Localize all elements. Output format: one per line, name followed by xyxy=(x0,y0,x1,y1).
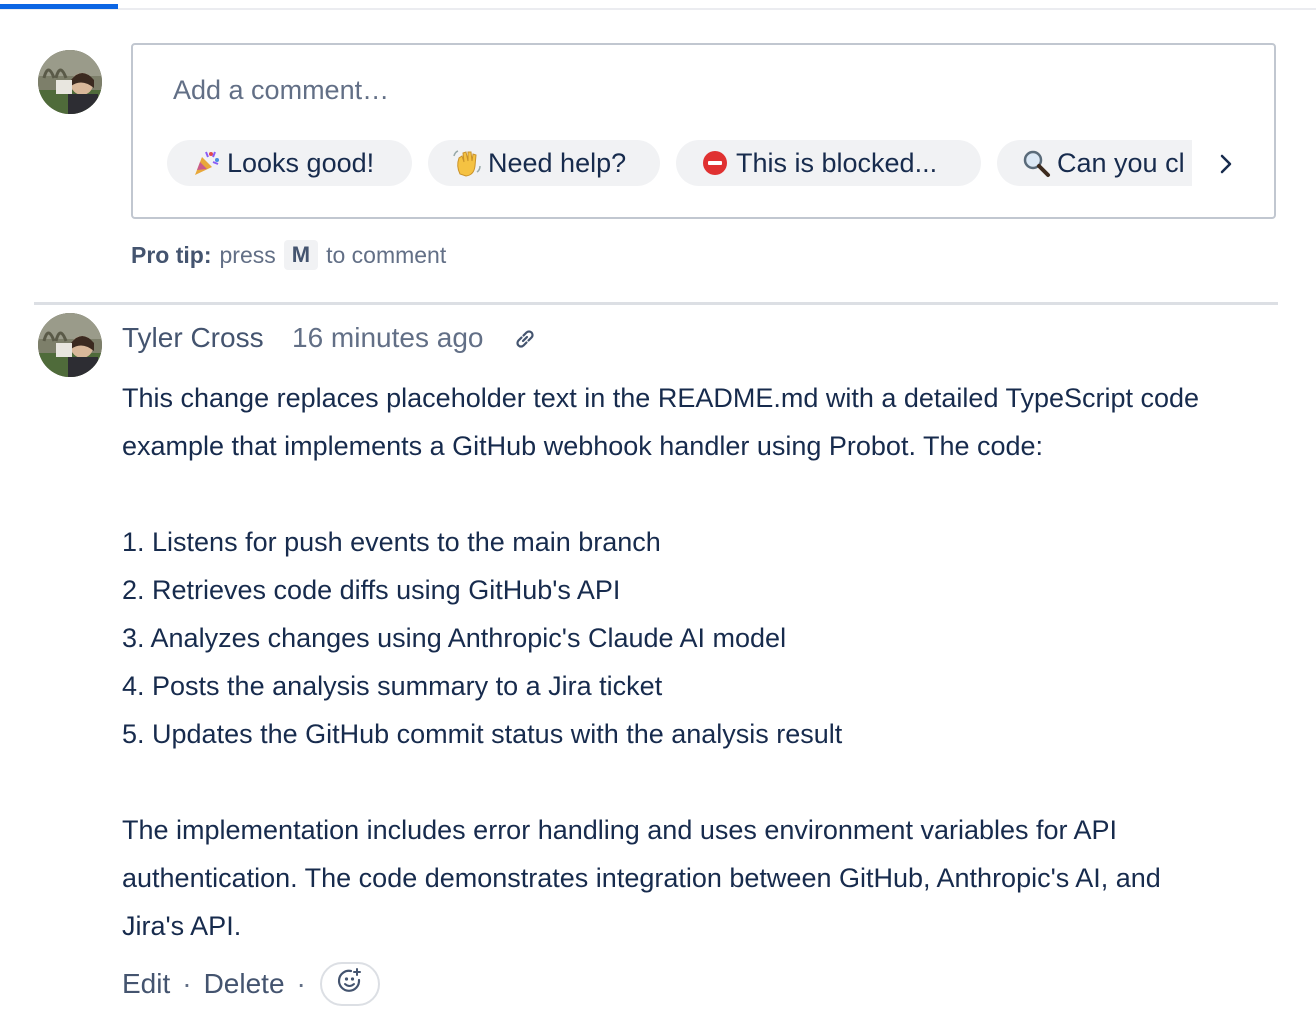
pro-tip-after: to comment xyxy=(326,241,447,268)
list-item: 1. Listens for push events to the main b… xyxy=(122,527,661,557)
action-separator: · xyxy=(182,968,192,999)
comment-paragraph-line: authentication. The code demonstrates in… xyxy=(122,863,1161,893)
active-tab-indicator xyxy=(0,4,118,9)
list-item: 5. Updates the GitHub commit status with… xyxy=(122,719,843,749)
add-reaction-button[interactable] xyxy=(319,962,380,1006)
link-icon[interactable] xyxy=(510,324,540,354)
quick-reply-can-you-clarify[interactable]: Can you cl xyxy=(997,140,1192,186)
action-separator: · xyxy=(296,968,306,999)
no-entry-icon xyxy=(700,148,730,178)
quick-reply-need-help[interactable]: Need help? xyxy=(428,140,660,186)
comment-paragraph-line: This change replaces placeholder text in… xyxy=(122,383,1200,413)
comment-paragraph-line: example that implements a GitHub webhook… xyxy=(122,431,1044,461)
chip-label: Can you cl xyxy=(1057,147,1185,178)
comment-editor[interactable]: Add a comment… Looks good! Need help? Th… xyxy=(131,43,1276,219)
comment-paragraph-line: The implementation includes error handli… xyxy=(122,815,1118,845)
list-item: 3. Analyzes changes using Anthropic's Cl… xyxy=(122,623,787,653)
comment-input-placeholder[interactable]: Add a comment… xyxy=(173,75,389,106)
chip-label: This is blocked... xyxy=(736,147,938,178)
comment-author-name[interactable]: Tyler Cross xyxy=(122,322,264,354)
edit-button[interactable]: Edit xyxy=(122,968,170,1000)
comment-timestamp[interactable]: 16 minutes ago xyxy=(292,322,483,354)
comment-body: This change replaces placeholder text in… xyxy=(122,374,1282,950)
waving-hand-icon xyxy=(452,148,482,178)
chevron-right-icon[interactable] xyxy=(1211,149,1241,179)
pro-tip-before: press xyxy=(219,241,276,268)
top-divider xyxy=(0,8,1316,10)
comment-divider xyxy=(34,302,1278,305)
current-user-avatar xyxy=(38,50,102,114)
chip-label: Need help? xyxy=(488,147,627,178)
comment-actions: Edit · Delete · xyxy=(122,962,380,1006)
keyboard-shortcut-key: M xyxy=(283,240,319,270)
list-item: 2. Retrieves code diffs using GitHub's A… xyxy=(122,575,621,605)
delete-button[interactable]: Delete xyxy=(204,968,285,1000)
party-popper-icon xyxy=(191,148,221,178)
list-item: 4. Posts the analysis summary to a Jira … xyxy=(122,671,663,701)
quick-reply-looks-good[interactable]: Looks good! xyxy=(167,140,412,186)
pro-tip: Pro tip: press M to comment xyxy=(131,240,446,270)
comment-paragraph-line: Jira's API. xyxy=(122,911,242,941)
quick-reply-chips: Looks good! Need help? This is blocked..… xyxy=(167,140,1192,188)
author-avatar[interactable] xyxy=(38,313,102,377)
pro-tip-label: Pro tip: xyxy=(131,241,212,268)
emoji-add-icon xyxy=(336,967,364,1002)
magnifier-icon xyxy=(1021,148,1051,178)
quick-reply-blocked[interactable]: This is blocked... xyxy=(676,140,981,186)
chip-label: Looks good! xyxy=(227,147,375,178)
